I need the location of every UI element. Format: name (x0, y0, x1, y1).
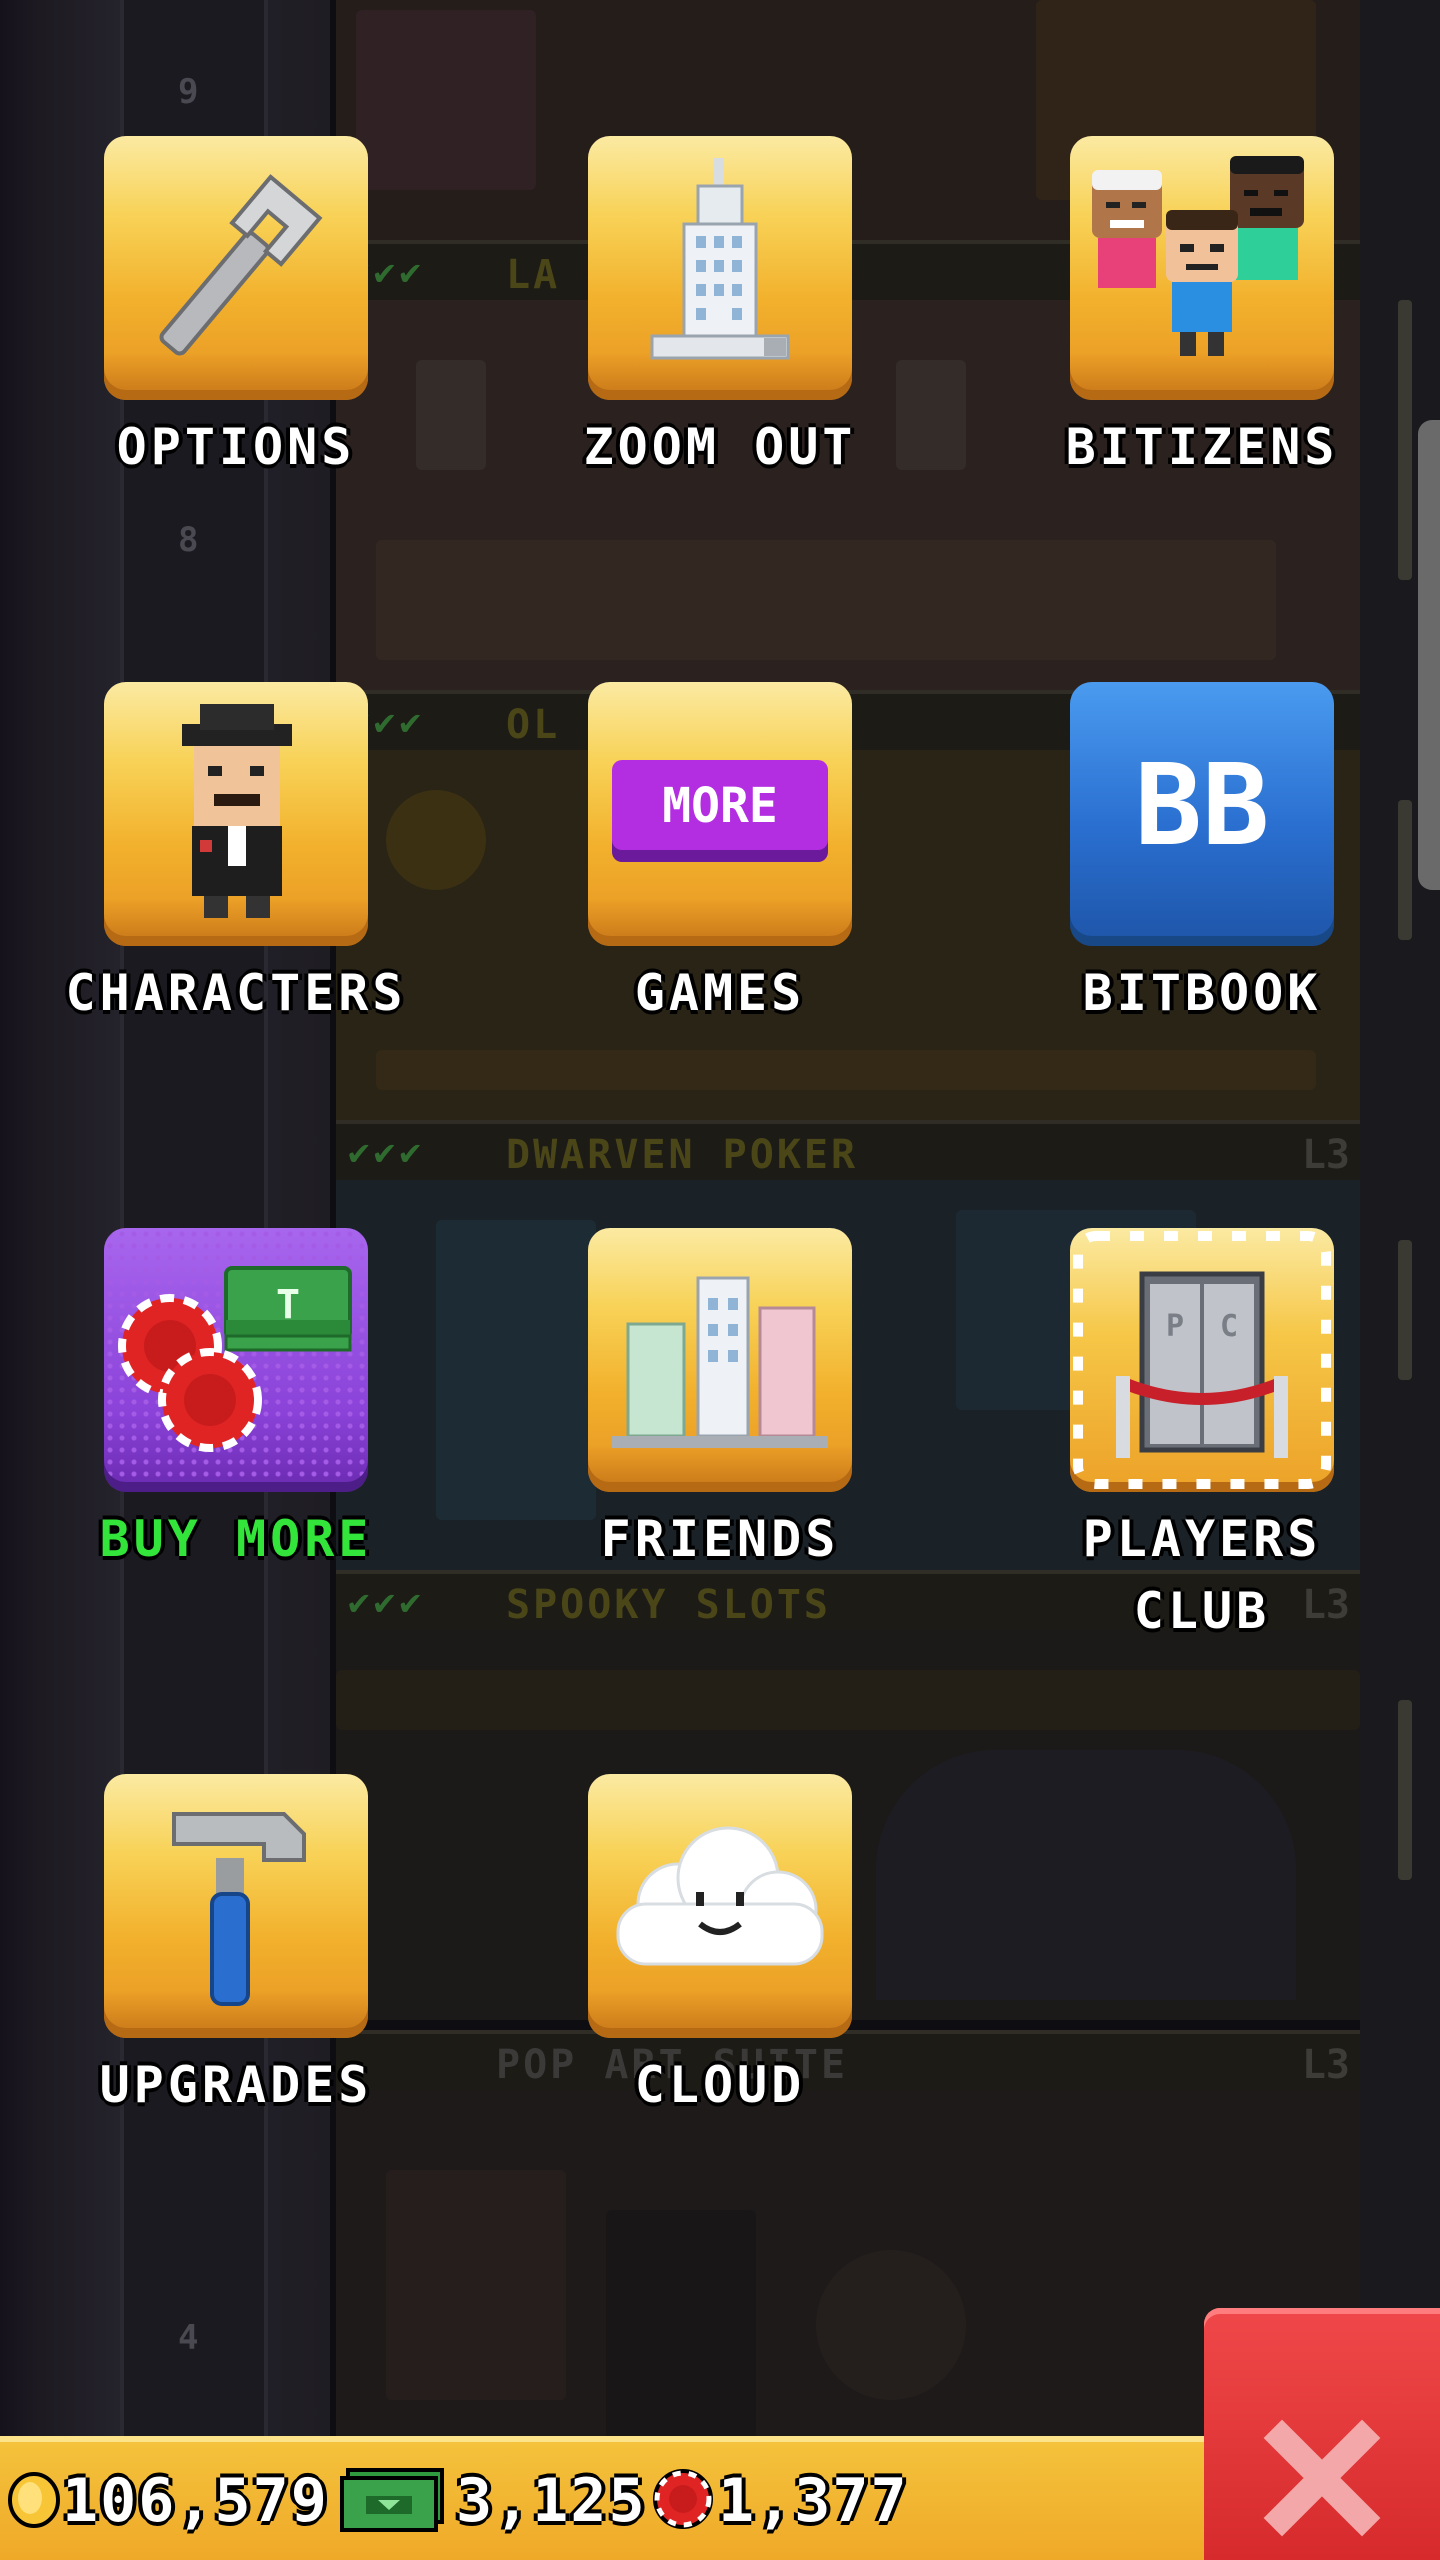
rail-marker (1398, 800, 1412, 940)
upgrades-button[interactable]: UPGRADES (100, 1774, 368, 2114)
zoom-out-button[interactable]: ZOOM OUT (584, 136, 852, 476)
upgrades-label: UPGRADES (99, 2056, 373, 2114)
zoom-out-label: ZOOM OUT (583, 418, 857, 476)
floor-label: ✔✔✔ DWARVEN POKER L3 (336, 1120, 1360, 1184)
players-club-elevator-icon: P C (1073, 1231, 1331, 1489)
players-club-label: PLAYERS CLUB (1082, 1510, 1322, 1640)
floor-number: 8 (178, 520, 199, 560)
hammer-icon (172, 1812, 306, 2006)
players-club-button[interactable]: P C PLAYERS CLUB (1070, 1228, 1334, 1640)
cloud-icon (616, 1826, 824, 1966)
more-badge: MORE (662, 778, 778, 834)
buy-more-label: BUY MORE (99, 1510, 373, 1568)
skyscraper-icon (650, 158, 790, 360)
bitizens-group-icon (1092, 156, 1304, 356)
friends-button[interactable]: FRIENDS (588, 1228, 852, 1568)
coin-icon (8, 2472, 60, 2528)
buy-more-button[interactable]: T BUY MORE (100, 1228, 368, 1568)
bux-icon (340, 2468, 444, 2532)
scrollbar[interactable] (1418, 420, 1440, 890)
svg-text:P: P (1166, 1309, 1184, 1344)
bitbook-logo-icon: BB (1135, 741, 1270, 871)
bitbook-button[interactable]: BB BITBOOK (1070, 682, 1334, 1022)
bux-value: 3,125 (456, 2466, 647, 2536)
cloud-label: CLOUD (634, 2056, 806, 2114)
wrench-icon (159, 174, 323, 356)
close-button[interactable] (1204, 2308, 1440, 2560)
rail-marker (1398, 1240, 1412, 1380)
games-button[interactable]: MORE GAMES (588, 682, 852, 1022)
close-icon (1263, 2419, 1381, 2537)
rail-marker (1398, 1700, 1412, 1880)
bitbook-label: BITBOOK (1082, 964, 1322, 1022)
games-label: GAMES (634, 964, 806, 1022)
bitizens-button[interactable]: BITIZENS (1066, 136, 1334, 476)
bitizens-label: BITIZENS (1065, 418, 1339, 476)
svg-text:T: T (276, 1282, 300, 1328)
mobster-character-icon (182, 704, 292, 918)
characters-button[interactable]: CHARACTERS (65, 682, 403, 1022)
more-games-icon: MORE (612, 760, 828, 862)
floor-number: 9 (178, 72, 199, 112)
floor-number: 4 (178, 2318, 199, 2358)
currency-bar: 106,579 3,125 1,377 (0, 2436, 1220, 2560)
svg-text:C: C (1220, 1309, 1238, 1344)
chips-and-cash-icon: T (118, 1266, 352, 1452)
options-label: OPTIONS (116, 418, 356, 476)
characters-label: CHARACTERS (65, 964, 407, 1022)
cloud-button[interactable]: CLOUD (588, 1774, 852, 2114)
chip-icon (653, 2469, 713, 2529)
coins-value: 106,579 (62, 2466, 329, 2536)
options-button[interactable]: OPTIONS (104, 136, 368, 476)
chips-value: 1,377 (718, 2466, 909, 2536)
bb-badge: BB (1135, 741, 1270, 871)
friends-label: FRIENDS (600, 1510, 840, 1568)
friends-towers-icon (612, 1276, 828, 1448)
